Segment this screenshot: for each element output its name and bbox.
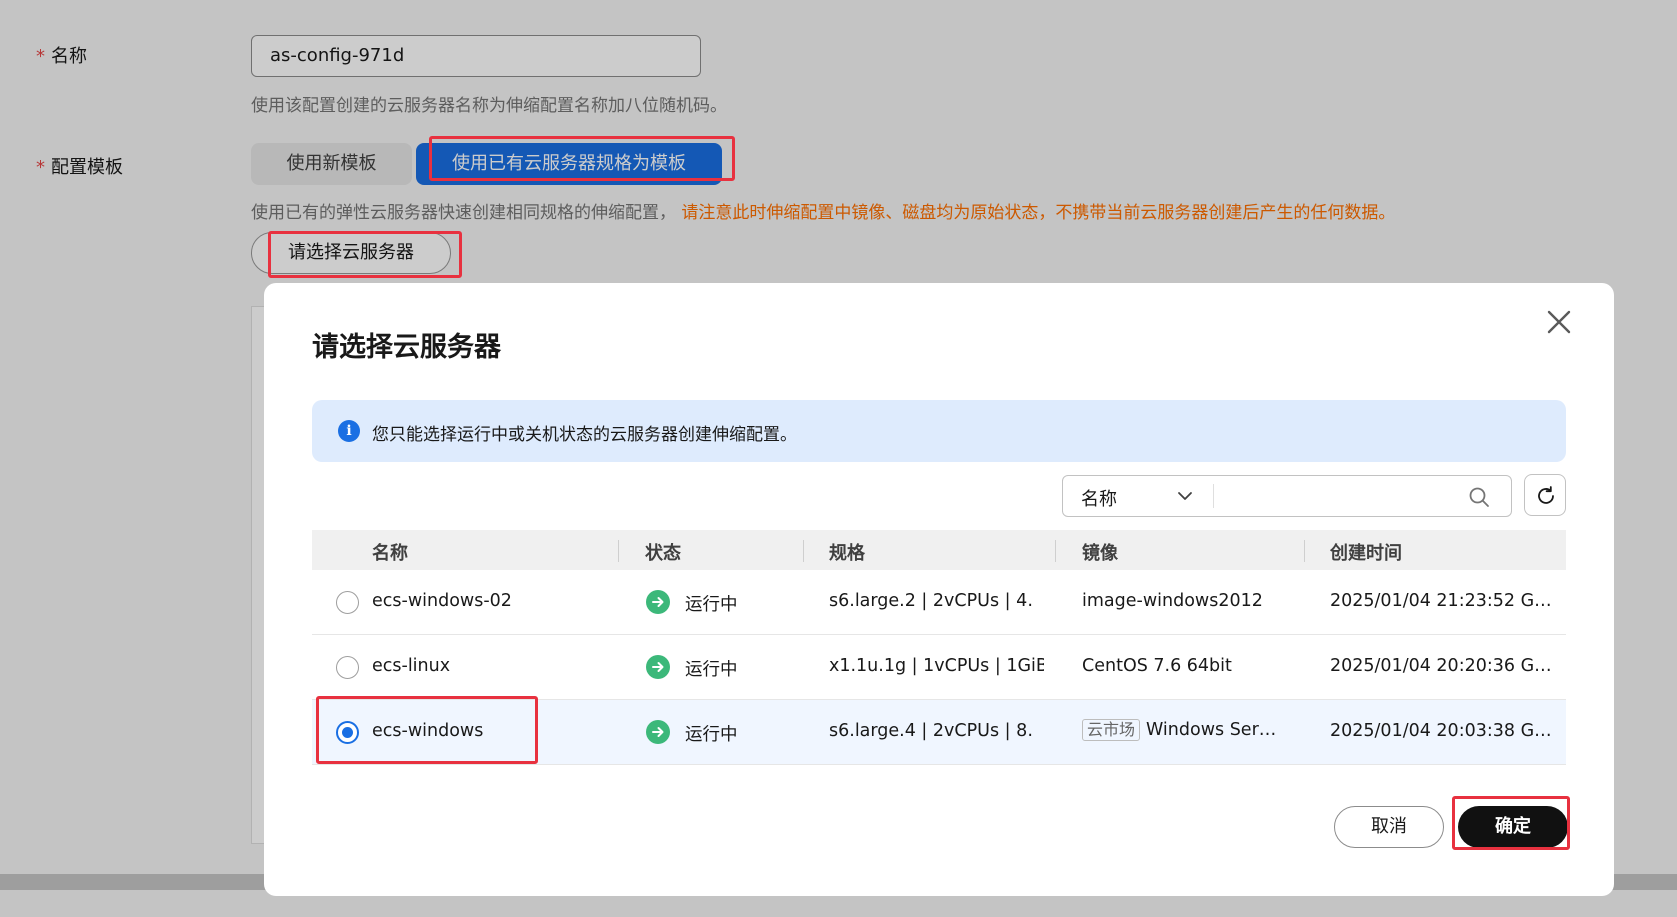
running-status-icon	[646, 720, 670, 744]
server-image: image-windows2012	[1082, 591, 1263, 611]
column-header-status: 状态	[645, 543, 681, 564]
server-created-time: 2025/01/04 20:20:36 G…	[1330, 656, 1552, 676]
server-name: ecs-linux	[372, 656, 451, 676]
column-divider	[1304, 540, 1305, 562]
refresh-button[interactable]	[1524, 474, 1566, 516]
server-image: 云市场 Windows Ser…	[1082, 719, 1276, 741]
confirm-button[interactable]: 确定	[1458, 806, 1568, 848]
search-input[interactable]	[1215, 477, 1465, 515]
column-divider	[803, 540, 804, 562]
row-radio[interactable]	[336, 656, 359, 679]
row-radio[interactable]	[336, 591, 359, 614]
table-row[interactable]: ecs-windows 运行中 s6.large.4 | 2vCPUs | 8……	[312, 700, 1566, 765]
search-filter-bar: 名称	[1062, 475, 1512, 517]
server-status: 运行中	[685, 725, 738, 745]
running-status-icon	[646, 590, 670, 614]
server-created-time: 2025/01/04 21:23:52 G…	[1330, 591, 1552, 611]
row-radio-selected[interactable]	[336, 721, 359, 744]
marketplace-badge: 云市场	[1082, 719, 1141, 741]
server-spec: x1.1u.1g | 1vCPUs | 1GiB	[829, 656, 1044, 676]
column-header-created: 创建时间	[1330, 543, 1402, 564]
column-divider	[1055, 540, 1056, 562]
info-icon: i	[338, 420, 360, 442]
server-spec: s6.large.2 | 2vCPUs | 4…	[829, 591, 1034, 611]
table-row[interactable]: ecs-windows-02 运行中 s6.large.2 | 2vCPUs |…	[312, 570, 1566, 635]
column-divider	[618, 540, 619, 562]
search-icon[interactable]	[1468, 486, 1490, 508]
close-icon[interactable]	[1542, 305, 1576, 339]
server-status: 运行中	[685, 595, 738, 615]
server-created-time: 2025/01/04 20:03:38 G…	[1330, 721, 1552, 741]
select-server-dialog: 请选择云服务器 i 您只能选择运行中或关机状态的云服务器创建伸缩配置。 名称 名…	[264, 283, 1614, 896]
chevron-down-icon[interactable]	[1175, 486, 1195, 506]
column-header-image: 镜像	[1082, 543, 1118, 564]
running-status-icon	[646, 655, 670, 679]
server-table: 名称 状态 规格 镜像 创建时间 ecs-windows-02 运行中 s6.l…	[312, 530, 1566, 765]
cancel-button[interactable]: 取消	[1334, 806, 1444, 848]
server-status: 运行中	[685, 660, 738, 680]
refresh-icon	[1538, 486, 1554, 504]
server-spec: s6.large.4 | 2vCPUs | 8…	[829, 721, 1034, 741]
table-header: 名称 状态 规格 镜像 创建时间	[312, 530, 1566, 570]
filter-field-select[interactable]: 名称	[1081, 485, 1117, 511]
server-image: CentOS 7.6 64bit	[1082, 656, 1232, 676]
column-header-spec: 规格	[829, 543, 865, 564]
filter-divider	[1213, 484, 1214, 508]
server-name: ecs-windows-02	[372, 591, 512, 611]
column-header-name: 名称	[372, 543, 408, 564]
info-alert: i 您只能选择运行中或关机状态的云服务器创建伸缩配置。	[312, 400, 1566, 462]
table-row[interactable]: ecs-linux 运行中 x1.1u.1g | 1vCPUs | 1GiB C…	[312, 635, 1566, 700]
server-name: ecs-windows	[372, 721, 484, 741]
info-alert-text: 您只能选择运行中或关机状态的云服务器创建伸缩配置。	[372, 425, 797, 445]
dialog-title: 请选择云服务器	[312, 332, 501, 363]
